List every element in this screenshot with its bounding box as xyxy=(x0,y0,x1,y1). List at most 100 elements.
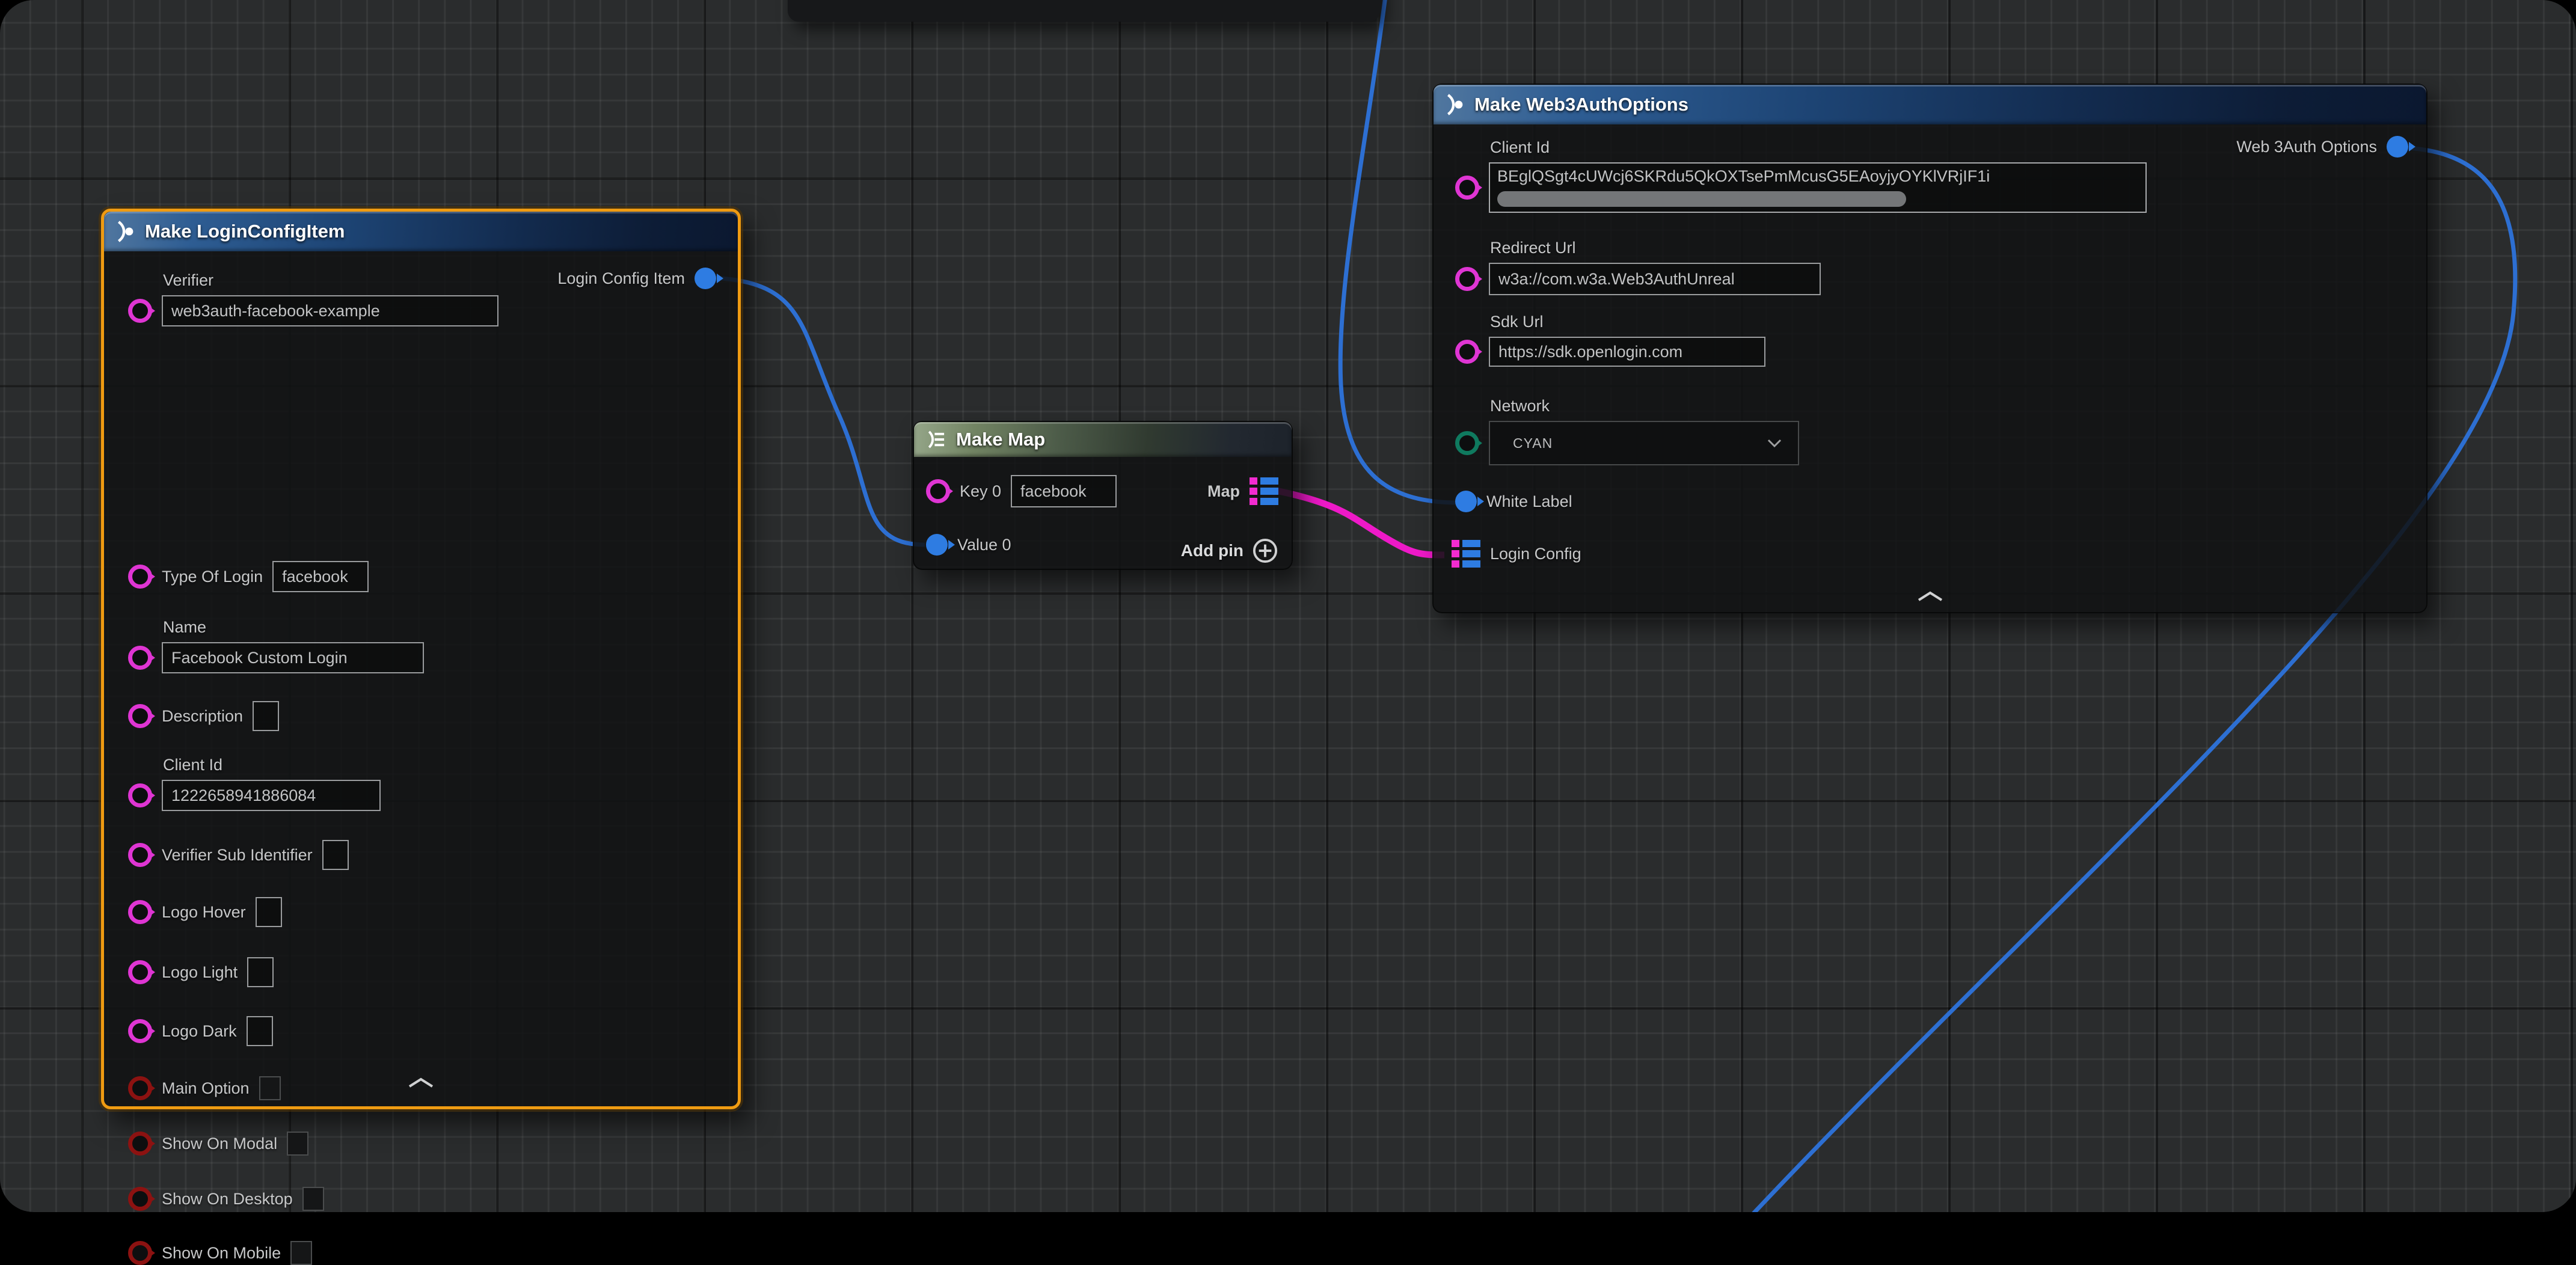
show-on-modal-pin[interactable] xyxy=(128,1132,152,1156)
make-struct-icon xyxy=(116,220,135,243)
collapse-chevron-up-icon[interactable] xyxy=(408,1077,434,1088)
verifier-input[interactable]: web3auth-facebook-example xyxy=(162,295,498,326)
login-config-pin[interactable] xyxy=(1452,540,1480,568)
logo-light-label: Logo Light xyxy=(162,963,238,982)
type-of-login-label: Type Of Login xyxy=(162,568,263,586)
key-0-input[interactable]: facebook xyxy=(1011,475,1117,507)
show-on-modal-label: Show On Modal xyxy=(162,1135,277,1153)
logo-dark-label: Logo Dark xyxy=(162,1022,237,1041)
verifier-sub-identifier-input[interactable] xyxy=(322,840,349,870)
node-header[interactable]: Make LoginConfigItem xyxy=(104,212,738,251)
web3auth-options-output-pin[interactable] xyxy=(2387,136,2408,158)
field-show-on-mobile: Show On Mobile xyxy=(128,1241,312,1265)
value-0-label: Value 0 xyxy=(957,536,1011,554)
verifier-pin[interactable] xyxy=(128,299,152,323)
blueprint-graph-canvas[interactable]: Make LoginConfigItem Login Config Item V… xyxy=(0,0,2576,1212)
node-title: Make Web3AuthOptions xyxy=(1474,94,1688,115)
login-config-label: Login Config xyxy=(1490,545,1581,563)
show-on-desktop-label: Show On Desktop xyxy=(162,1190,293,1208)
verifier-sub-identifier-pin[interactable] xyxy=(128,843,152,867)
sdk-url-pin[interactable] xyxy=(1455,340,1479,364)
logo-light-input[interactable] xyxy=(247,957,274,987)
output-login-config-item[interactable]: Login Config Item xyxy=(557,268,716,289)
field-client-id: Client Id BEglQSgt4cUWcj6SKRdu5QkOXTsePm… xyxy=(1455,162,2147,213)
field-name: Name Facebook Custom Login xyxy=(128,642,424,673)
description-pin[interactable] xyxy=(128,704,152,728)
field-description: Description xyxy=(128,701,279,731)
name-input[interactable]: Facebook Custom Login xyxy=(162,642,424,673)
white-label-label: White Label xyxy=(1486,492,1572,511)
show-on-mobile-label: Show On Mobile xyxy=(162,1244,281,1263)
network-label: Network xyxy=(1490,397,1550,415)
node-header[interactable]: Make Map xyxy=(914,422,1292,457)
client-id-input[interactable]: 1222658941886084 xyxy=(162,780,381,811)
value-0-pin[interactable] xyxy=(926,534,948,556)
node-title: Make LoginConfigItem xyxy=(145,221,345,242)
field-main-option: Main Option xyxy=(128,1076,281,1100)
field-show-on-desktop: Show On Desktop xyxy=(128,1187,324,1211)
type-of-login-input[interactable]: facebook xyxy=(272,561,369,592)
logo-dark-input[interactable] xyxy=(247,1016,273,1046)
field-verifier: Verifier web3auth-facebook-example xyxy=(128,295,498,326)
wire-map-to-loginconfig xyxy=(1276,491,1444,555)
logo-hover-pin[interactable] xyxy=(128,900,152,924)
logo-hover-input[interactable] xyxy=(256,897,282,927)
redirect-url-pin[interactable] xyxy=(1455,267,1479,291)
field-key-0: Key 0 facebook xyxy=(926,475,1117,507)
logo-hover-label: Logo Hover xyxy=(162,903,246,922)
show-on-mobile-checkbox[interactable] xyxy=(290,1241,312,1265)
show-on-mobile-pin[interactable] xyxy=(128,1241,152,1265)
show-on-desktop-pin[interactable] xyxy=(128,1187,152,1211)
output-web3auth-options[interactable]: Web 3Auth Options xyxy=(2236,136,2408,158)
output-map[interactable]: Map xyxy=(1207,477,1278,505)
show-on-desktop-checkbox[interactable] xyxy=(302,1187,324,1211)
field-verifier-sub-identifier: Verifier Sub Identifier xyxy=(128,840,349,870)
logo-light-pin[interactable] xyxy=(128,960,152,984)
client-id-pin[interactable] xyxy=(1455,176,1479,200)
field-client-id: Client Id 1222658941886084 xyxy=(128,780,381,811)
main-option-label: Main Option xyxy=(162,1079,250,1098)
chevron-down-icon xyxy=(1767,438,1782,448)
collapse-chevron-up-icon[interactable] xyxy=(1917,591,1943,602)
node-make-map[interactable]: Make Map Key 0 facebook Map Value 0 Add … xyxy=(913,421,1293,570)
node-offscreen-top[interactable] xyxy=(788,0,1380,22)
redirect-url-input[interactable]: w3a://com.w3a.Web3AuthUnreal xyxy=(1489,263,1821,295)
node-make-web3authoptions[interactable]: Make Web3AuthOptions Web 3Auth Options C… xyxy=(1432,84,2427,613)
node-header[interactable]: Make Web3AuthOptions xyxy=(1434,85,2426,124)
output-pin[interactable] xyxy=(695,268,716,289)
field-type-of-login: Type Of Login facebook xyxy=(128,561,369,592)
field-logo-light: Logo Light xyxy=(128,957,274,987)
network-select[interactable]: CYAN xyxy=(1489,421,1799,465)
main-option-pin[interactable] xyxy=(128,1076,152,1100)
type-of-login-pin[interactable] xyxy=(128,565,152,589)
field-value-0: Value 0 xyxy=(926,534,1011,556)
field-white-label: White Label xyxy=(1455,491,1572,512)
show-on-modal-checkbox[interactable] xyxy=(287,1132,308,1156)
logo-dark-pin[interactable] xyxy=(128,1019,152,1043)
field-logo-dark: Logo Dark xyxy=(128,1016,273,1046)
add-pin-label: Add pin xyxy=(1181,541,1244,560)
client-id-label: Client Id xyxy=(163,756,222,774)
node-make-loginconfigitem[interactable]: Make LoginConfigItem Login Config Item V… xyxy=(101,209,741,1109)
add-pin-plus-icon xyxy=(1252,538,1278,564)
client-id-scrollbar[interactable] xyxy=(1497,191,1906,207)
add-pin-button[interactable]: Add pin xyxy=(1181,538,1278,564)
network-selected-value: CYAN xyxy=(1513,435,1553,452)
field-sdk-url: Sdk Url https://sdk.openlogin.com xyxy=(1455,337,1765,367)
key-0-label: Key 0 xyxy=(960,482,1001,501)
client-id-input[interactable]: BEglQSgt4cUWcj6SKRdu5QkOXTsePmMcusG5EAoy… xyxy=(1489,162,2147,213)
description-input[interactable] xyxy=(253,701,279,731)
name-label: Name xyxy=(163,618,206,637)
client-id-label: Client Id xyxy=(1490,138,1550,157)
network-pin[interactable] xyxy=(1455,431,1479,455)
sdk-url-input[interactable]: https://sdk.openlogin.com xyxy=(1489,337,1765,367)
key-0-pin[interactable] xyxy=(926,479,950,503)
map-output-pin[interactable] xyxy=(1250,477,1278,505)
client-id-pin[interactable] xyxy=(128,783,152,807)
make-map-icon xyxy=(926,429,946,450)
white-label-pin[interactable] xyxy=(1455,491,1477,512)
web3auth-options-output-label: Web 3Auth Options xyxy=(2236,138,2377,156)
name-pin[interactable] xyxy=(128,646,152,670)
output-pin-label: Login Config Item xyxy=(557,269,685,288)
main-option-checkbox[interactable] xyxy=(259,1076,281,1100)
